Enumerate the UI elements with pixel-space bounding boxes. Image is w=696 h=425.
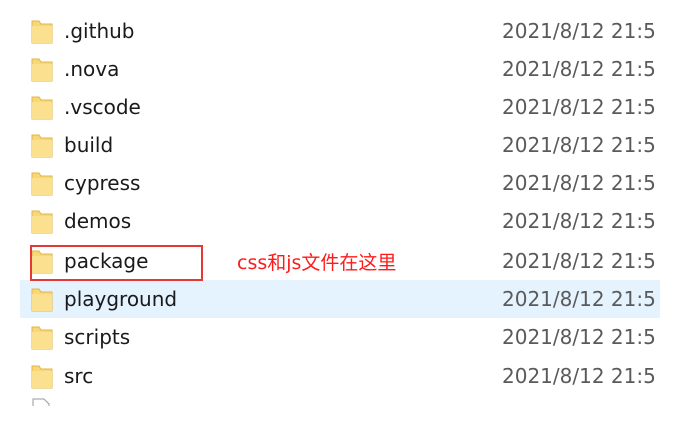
file-icon [32,398,50,406]
folder-row-cypress[interactable]: cypress 2021/8/12 21:5 [20,164,660,202]
folder-name: build [64,133,114,157]
folder-name: cypress [64,171,141,195]
folder-icon [31,20,53,44]
folder-icon [31,58,53,82]
folder-icon [31,134,53,158]
file-explorer-list: .github 2021/8/12 21:5 .nova 2021/8/12 2… [0,0,696,425]
date-modified: 2021/8/12 21:5 [502,287,656,311]
folder-name: demos [64,209,132,233]
folder-name: playground [64,287,178,311]
folder-icon [31,172,53,196]
folder-icon [31,210,53,234]
date-modified: 2021/8/12 21:5 [502,364,656,388]
folder-icon [31,288,53,312]
folder-name: src [64,364,94,388]
date-modified: 2021/8/12 21:5 [502,95,656,119]
folder-row-playground[interactable]: playground 2021/8/12 21:5 [20,280,660,318]
folder-name: scripts [64,325,131,349]
date-modified: 2021/8/12 21:5 [502,57,656,81]
partial-file-name [64,400,214,406]
annotation-text: css和js文件在这里 [237,252,397,274]
folder-icon [31,365,53,389]
annotation-highlight-box [30,245,203,281]
folder-name: .vscode [64,95,141,119]
date-modified: 2021/8/12 21:5 [502,249,656,273]
folder-row-src[interactable]: src 2021/8/12 21:5 [20,357,660,395]
partial-file-row[interactable] [20,398,660,406]
folder-row-nova[interactable]: .nova 2021/8/12 21:5 [20,50,660,88]
folder-row-scripts[interactable]: scripts 2021/8/12 21:5 [20,318,660,356]
folder-name: .nova [64,57,120,81]
folder-row-vscode[interactable]: .vscode 2021/8/12 21:5 [20,88,660,126]
date-modified: 2021/8/12 21:5 [502,209,656,233]
date-modified: 2021/8/12 21:5 [502,133,656,157]
folder-icon [31,326,53,350]
folder-row-github[interactable]: .github 2021/8/12 21:5 [20,12,660,50]
folder-name: .github [64,19,135,43]
folder-row-build[interactable]: build 2021/8/12 21:5 [20,126,660,164]
folder-icon [31,96,53,120]
folder-row-demos[interactable]: demos 2021/8/12 21:5 [20,202,660,240]
date-modified: 2021/8/12 21:5 [502,325,656,349]
date-modified: 2021/8/12 21:5 [502,19,656,43]
date-modified: 2021/8/12 21:5 [502,171,656,195]
